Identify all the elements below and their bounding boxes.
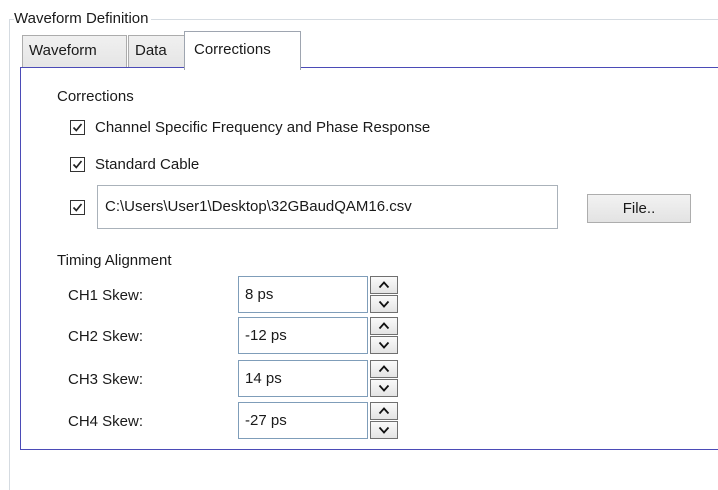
ch3-skew-spinner [370, 360, 398, 397]
chevron-up-icon [378, 365, 390, 373]
chevron-down-icon [378, 426, 390, 434]
tab-corrections[interactable]: Corrections [184, 31, 301, 70]
ch2-skew-spinner [370, 317, 398, 354]
chevron-up-icon [378, 281, 390, 289]
chevron-down-icon [378, 300, 390, 308]
ch1-skew-input[interactable]: 8 ps [238, 276, 368, 313]
correction-file-checkbox[interactable] [70, 200, 85, 215]
checkmark-icon [72, 160, 83, 169]
channel-response-checkbox[interactable] [70, 120, 85, 135]
timing-alignment-title: Timing Alignment [53, 252, 176, 270]
tab-data[interactable]: Data [128, 35, 185, 68]
ch2-skew-down-button[interactable] [370, 336, 398, 354]
correction-file-path-field[interactable]: C:\Users\User1\Desktop\32GBaudQAM16.csv [97, 185, 558, 229]
standard-cable-label: Standard Cable [95, 156, 200, 173]
tab-waveform[interactable]: Waveform [22, 35, 127, 68]
file-browse-button[interactable]: File.. [587, 194, 691, 223]
chevron-down-icon [378, 341, 390, 349]
ch3-skew-up-button[interactable] [370, 360, 398, 378]
standard-cable-checkbox[interactable] [70, 157, 85, 172]
ch3-skew-down-button[interactable] [370, 379, 398, 397]
ch3-skew-input[interactable]: 14 ps [238, 360, 368, 397]
ch4-skew-down-button[interactable] [370, 421, 398, 439]
ch3-skew-label: CH3 Skew: [68, 371, 144, 388]
ch1-skew-up-button[interactable] [370, 276, 398, 294]
ch1-skew-down-button[interactable] [370, 295, 398, 313]
waveform-definition-title: Waveform Definition [14, 10, 151, 28]
chevron-down-icon [378, 384, 390, 392]
checkmark-icon [72, 123, 83, 132]
chevron-up-icon [378, 407, 390, 415]
channel-response-label: Channel Specific Frequency and Phase Res… [95, 119, 431, 136]
ch2-skew-up-button[interactable] [370, 317, 398, 335]
ch1-skew-label: CH1 Skew: [68, 287, 144, 304]
ch1-skew-spinner [370, 276, 398, 313]
corrections-group-title: Corrections [53, 88, 138, 106]
ch4-skew-up-button[interactable] [370, 402, 398, 420]
ch4-skew-input[interactable]: -27 ps [238, 402, 368, 439]
ch4-skew-label: CH4 Skew: [68, 413, 144, 430]
checkmark-icon [72, 203, 83, 212]
ch2-skew-label: CH2 Skew: [68, 328, 144, 345]
ch4-skew-spinner [370, 402, 398, 439]
ch2-skew-input[interactable]: -12 ps [238, 317, 368, 354]
chevron-up-icon [378, 322, 390, 330]
